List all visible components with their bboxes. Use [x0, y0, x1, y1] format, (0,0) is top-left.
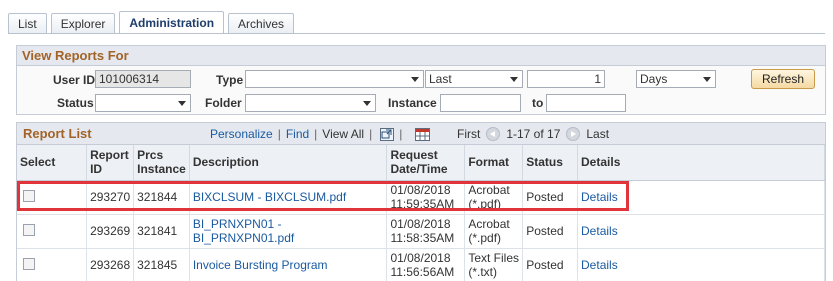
details-link[interactable]: Details	[577, 180, 825, 215]
format-cell: Acrobat (*.pdf)	[464, 214, 524, 249]
download-grid-icon[interactable]	[415, 127, 431, 141]
next-arrow-icon[interactable]	[566, 127, 581, 141]
col-report-id[interactable]: Report ID	[86, 145, 135, 181]
user-id-field[interactable]: 101006314	[95, 70, 191, 88]
grid-toolbar: Personalize | Find | View All | |	[210, 127, 431, 141]
instance-to-field[interactable]	[546, 94, 626, 112]
report-list-panel: Report List Personalize | Find | View Al…	[16, 122, 826, 281]
tab-list[interactable]: List	[8, 13, 47, 34]
format-ext: (*.txt)	[468, 265, 498, 279]
details-link[interactable]: Details	[577, 248, 825, 281]
request-time: 11:58:35AM	[390, 231, 455, 245]
refresh-button[interactable]: Refresh	[751, 69, 815, 89]
tab-bar: List Explorer Administration Archives	[8, 11, 298, 34]
table-header-row: Select Report ID Prcs Instance Descripti…	[17, 145, 825, 181]
report-list-title: Report List	[23, 126, 92, 141]
chevron-down-icon	[411, 77, 419, 82]
folder-label: Folder	[205, 96, 242, 110]
table-row: 293268 321845 Invoice Bursting Program 0…	[17, 248, 825, 281]
type-select[interactable]	[245, 70, 424, 88]
tab-archives[interactable]: Archives	[228, 13, 295, 34]
chevron-down-icon	[703, 77, 711, 82]
format-cell: Acrobat (*.pdf)	[464, 180, 524, 215]
user-id-label: User ID	[53, 73, 96, 87]
row-range: 1-17 of 17	[506, 127, 561, 141]
report-table: Select Report ID Prcs Instance Descripti…	[17, 145, 825, 281]
request-date: 01/08/2018	[390, 217, 451, 231]
format-ext: (*.pdf)	[468, 231, 502, 245]
view-all-link[interactable]: View All	[322, 127, 364, 141]
request-time: 11:56:56AM	[390, 265, 455, 279]
report-id-cell: 293269	[86, 214, 135, 249]
report-list-header: Report List Personalize | Find | View Al…	[17, 123, 825, 145]
prcs-instance-cell: 321841	[133, 214, 190, 249]
format-type: Acrobat	[468, 183, 510, 197]
format-type: Acrobat	[468, 217, 510, 231]
new-window-icon[interactable]	[380, 127, 395, 141]
chevron-down-icon	[510, 77, 518, 82]
view-reports-panel: View Reports For User ID 101006314 Type …	[16, 45, 826, 115]
prcs-instance-cell: 321844	[133, 180, 190, 215]
find-link[interactable]: Find	[286, 127, 309, 141]
description-link[interactable]: BIXCLSUM - BIXCLSUM.pdf	[189, 180, 388, 215]
separator: |	[277, 127, 281, 141]
col-select[interactable]: Select	[17, 145, 88, 181]
status-cell: Posted	[522, 214, 579, 249]
first-label[interactable]: First	[457, 127, 480, 141]
instance-label: Instance	[388, 96, 437, 110]
request-datetime-cell: 01/08/2018 11:56:56AM	[386, 248, 466, 281]
report-id-cell: 293268	[86, 248, 135, 281]
chevron-down-icon	[178, 101, 186, 106]
format-cell: Text Files (*.txt)	[464, 248, 524, 281]
request-datetime-cell: 01/08/2018 11:59:35AM	[386, 180, 466, 215]
unit-select[interactable]: Days	[636, 70, 716, 88]
personalize-link[interactable]: Personalize	[210, 127, 273, 141]
separator: |	[399, 127, 403, 141]
details-link[interactable]: Details	[577, 214, 825, 249]
tab-explorer[interactable]: Explorer	[50, 13, 116, 34]
col-details[interactable]: Details	[577, 145, 825, 181]
separator: |	[369, 127, 373, 141]
description-link[interactable]: Invoice Bursting Program	[189, 248, 388, 281]
format-ext: (*.pdf)	[468, 197, 502, 211]
format-type: Text Files	[468, 251, 520, 265]
status-label: Status	[57, 96, 94, 110]
unit-select-value: Days	[640, 72, 668, 86]
chevron-down-icon	[363, 101, 371, 106]
select-checkbox[interactable]	[23, 189, 35, 202]
request-time: 11:59:35AM	[390, 197, 455, 211]
pager: First 1-17 of 17 Last	[457, 127, 609, 141]
to-label: to	[532, 96, 544, 110]
last-select-value: Last	[429, 72, 452, 86]
col-description[interactable]: Description	[189, 145, 388, 181]
type-label: Type	[216, 73, 244, 87]
table-row: 293269 321841 BI_PRNXPN01 - BI_PRNXPN01.…	[17, 214, 825, 249]
description-link[interactable]: BI_PRNXPN01 - BI_PRNXPN01.pdf	[189, 214, 388, 249]
table-row: 293270 321844 BIXCLSUM - BIXCLSUM.pdf 01…	[17, 180, 825, 215]
instance-from-field[interactable]	[440, 94, 521, 112]
request-date: 01/08/2018	[390, 183, 451, 197]
col-request-datetime[interactable]: Request Date/Time	[386, 145, 466, 181]
request-datetime-cell: 01/08/2018 11:58:35AM	[386, 214, 466, 249]
view-reports-title: View Reports For	[17, 46, 825, 66]
count-field[interactable]: 1	[527, 70, 605, 88]
previous-arrow-icon[interactable]	[486, 127, 501, 141]
separator: |	[314, 127, 318, 141]
col-format[interactable]: Format	[464, 145, 524, 181]
select-checkbox[interactable]	[23, 223, 35, 236]
col-status[interactable]: Status	[522, 145, 579, 181]
status-cell: Posted	[522, 248, 579, 281]
prcs-instance-cell: 321845	[133, 248, 190, 281]
select-checkbox[interactable]	[23, 257, 35, 270]
report-id-cell: 293270	[86, 180, 135, 215]
status-select[interactable]	[95, 94, 191, 112]
folder-select[interactable]	[245, 94, 376, 112]
tab-administration[interactable]: Administration	[119, 11, 225, 34]
status-cell: Posted	[522, 180, 579, 215]
tab-divider	[8, 33, 825, 34]
last-select[interactable]: Last	[425, 70, 523, 88]
col-prcs-instance[interactable]: Prcs Instance	[133, 145, 190, 181]
last-label[interactable]: Last	[586, 127, 609, 141]
request-date: 01/08/2018	[390, 251, 451, 265]
